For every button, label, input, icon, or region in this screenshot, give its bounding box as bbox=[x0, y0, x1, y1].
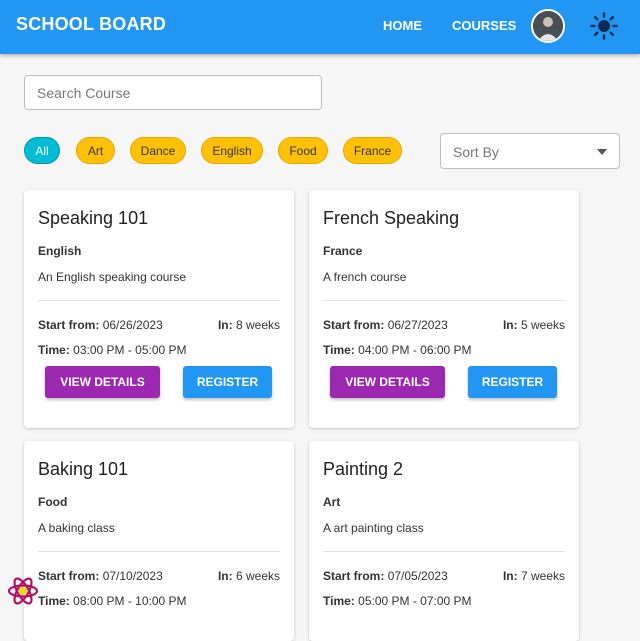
start-date: 06/26/2023 bbox=[102, 318, 163, 332]
filter-chip-art[interactable]: Art bbox=[76, 137, 115, 164]
app-bar: SCHOOL BOARD HOME COURSES bbox=[0, 0, 640, 54]
course-duration: In: 5 weeks bbox=[503, 318, 565, 332]
time-value: 03:00 PM - 05:00 PM bbox=[73, 343, 187, 357]
course-time: Time: 03:00 PM - 05:00 PM bbox=[38, 343, 187, 357]
course-title: Painting 2 bbox=[323, 459, 404, 479]
filter-chip-all[interactable]: All bbox=[24, 137, 60, 164]
nav-home-link[interactable]: HOME bbox=[383, 18, 422, 33]
start-date: 06/27/2023 bbox=[387, 318, 448, 332]
course-category: Art bbox=[323, 495, 341, 509]
sort-select-placeholder: Sort By bbox=[453, 144, 499, 160]
course-description: A art painting class bbox=[323, 521, 424, 535]
course-card: Speaking 101 English An English speaking… bbox=[24, 190, 294, 428]
course-title: Baking 101 bbox=[38, 459, 129, 479]
course-title: French Speaking bbox=[323, 208, 460, 228]
app-title[interactable]: SCHOOL BOARD bbox=[16, 14, 166, 35]
nav-courses-link[interactable]: COURSES bbox=[452, 18, 516, 33]
react-icon[interactable] bbox=[4, 574, 42, 608]
card-divider bbox=[323, 300, 565, 301]
course-card: Painting 2 Art A art painting class Star… bbox=[309, 441, 579, 641]
start-date: 07/10/2023 bbox=[102, 569, 163, 583]
start-label: Start from: bbox=[38, 318, 100, 332]
filter-chip-france[interactable]: France bbox=[343, 137, 402, 164]
course-time: Time: 04:00 PM - 06:00 PM bbox=[323, 343, 472, 357]
user-avatar[interactable] bbox=[531, 9, 565, 43]
course-category: English bbox=[38, 244, 82, 258]
course-duration: In: 8 weeks bbox=[218, 318, 280, 332]
card-divider bbox=[38, 551, 280, 552]
view-details-button[interactable]: VIEW DETAILS bbox=[45, 366, 160, 398]
course-category: Food bbox=[38, 495, 68, 509]
search-input[interactable]: Search Course bbox=[24, 75, 322, 110]
course-start: Start from: 06/26/2023 bbox=[38, 318, 163, 332]
in-label: In: bbox=[502, 569, 518, 583]
course-start: Start from: 07/05/2023 bbox=[323, 569, 448, 583]
card-divider bbox=[323, 551, 565, 552]
course-start: Start from: 07/10/2023 bbox=[38, 569, 163, 583]
duration-value: 7 weeks bbox=[520, 569, 565, 583]
time-label: Time: bbox=[323, 343, 355, 357]
duration-value: 5 weeks bbox=[520, 318, 565, 332]
course-category: France bbox=[323, 244, 363, 258]
in-label: In: bbox=[217, 569, 233, 583]
course-start: Start from: 06/27/2023 bbox=[323, 318, 448, 332]
course-duration: In: 7 weeks bbox=[503, 569, 565, 583]
duration-value: 6 weeks bbox=[235, 569, 280, 583]
filter-chip-food[interactable]: Food bbox=[278, 137, 328, 164]
start-label: Start from: bbox=[323, 318, 385, 332]
in-label: In: bbox=[502, 318, 518, 332]
user-avatar-icon bbox=[533, 11, 563, 41]
start-date: 07/05/2023 bbox=[387, 569, 448, 583]
register-button[interactable]: REGISTER bbox=[468, 366, 557, 398]
chevron-down-icon bbox=[597, 149, 607, 155]
sort-select[interactable]: Sort By bbox=[440, 133, 620, 169]
filter-chip-dance[interactable]: Dance bbox=[130, 137, 186, 164]
card-divider bbox=[38, 300, 280, 301]
course-description: A french course bbox=[323, 270, 407, 284]
course-description: A baking class bbox=[38, 521, 115, 535]
in-label: In: bbox=[217, 318, 233, 332]
duration-value: 8 weeks bbox=[235, 318, 280, 332]
course-description: An English speaking course bbox=[38, 270, 187, 284]
sun-icon[interactable] bbox=[590, 12, 618, 40]
time-label: Time: bbox=[38, 343, 70, 357]
course-card: Baking 101 Food A baking class Start fro… bbox=[24, 441, 294, 641]
course-title: Speaking 101 bbox=[38, 208, 149, 228]
filter-chip-english[interactable]: English bbox=[201, 137, 263, 164]
start-label: Start from: bbox=[38, 569, 100, 583]
time-value: 04:00 PM - 06:00 PM bbox=[358, 343, 472, 357]
start-label: Start from: bbox=[323, 569, 385, 583]
course-card: French Speaking France A french course S… bbox=[309, 190, 579, 428]
view-details-button[interactable]: VIEW DETAILS bbox=[330, 366, 445, 398]
register-button[interactable]: REGISTER bbox=[183, 366, 272, 398]
course-duration: In: 6 weeks bbox=[218, 569, 280, 583]
